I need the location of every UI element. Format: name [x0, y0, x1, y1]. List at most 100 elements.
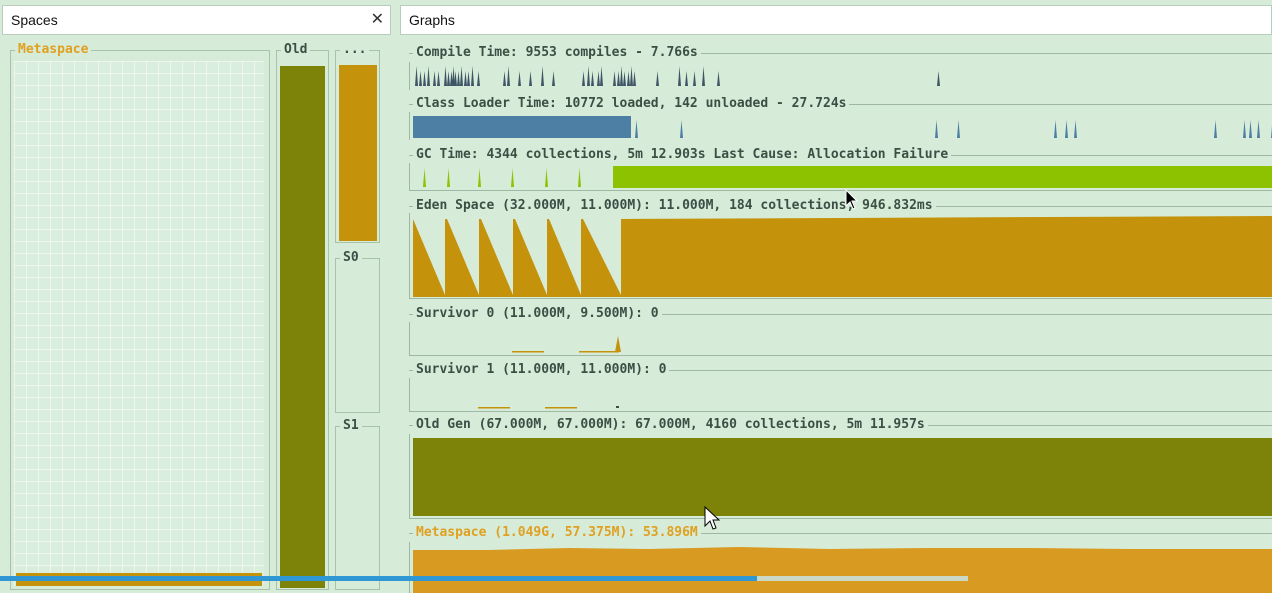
- compile-time-plot: [409, 62, 940, 90]
- s0-space-label: S0: [340, 251, 362, 265]
- compile-spikes: [415, 66, 940, 86]
- old-gen-graph-title: Old Gen (67.000M, 67.000M): 67.000M, 416…: [413, 418, 928, 432]
- trace-spike: [1054, 120, 1057, 138]
- trace-spike: [511, 168, 514, 187]
- spaces-tab[interactable]: Spaces ✕: [2, 5, 391, 35]
- s1-space-label: S1: [340, 419, 362, 433]
- eden-space-label: ...: [340, 43, 370, 57]
- trace-spike: [717, 71, 720, 86]
- class-loader-time-title: Class Loader Time: 10772 loaded, 142 unl…: [413, 97, 850, 111]
- trace-spike: [693, 71, 696, 86]
- class-loader-spikes: [635, 120, 1272, 138]
- trace-spike: [1257, 120, 1260, 138]
- s1-space-panel: S1: [335, 419, 380, 590]
- gc-time-block: [613, 166, 1272, 188]
- close-icon[interactable]: ✕: [371, 9, 384, 28]
- cursor-icon: [845, 189, 859, 210]
- trace-spike: [1249, 120, 1252, 138]
- graphs-tab[interactable]: Graphs: [400, 5, 1272, 35]
- trace-spike: [433, 71, 436, 86]
- trace-spike: [437, 71, 440, 86]
- trace-spike: [419, 71, 422, 86]
- trace-spike: [427, 66, 430, 86]
- trace-spike: [541, 66, 544, 86]
- trace-spike: [1214, 120, 1217, 138]
- class-loader-plot: [409, 112, 1272, 140]
- survivor1-trace-a: [478, 407, 510, 409]
- trace-spike: [518, 71, 521, 86]
- trace-spike: [507, 66, 510, 86]
- trace-spike: [464, 71, 467, 86]
- gc-time-plot: [409, 163, 1272, 191]
- survivor1-graph-title: Survivor 1 (11.000M, 11.000M): 0: [413, 363, 670, 377]
- survivor0-plot: [409, 322, 1272, 356]
- trace-spike: [447, 71, 450, 86]
- trace-spike: [591, 71, 594, 86]
- metaspace-grid: [14, 61, 264, 586]
- trace-spike: [1074, 120, 1077, 138]
- trace-spike: [454, 71, 457, 86]
- old-space-panel: Old: [276, 43, 329, 590]
- video-progress-played[interactable]: [0, 576, 757, 581]
- old-gen-plot: [409, 434, 1272, 519]
- trace-spike: [935, 120, 938, 138]
- old-gen-fill: [413, 438, 1272, 516]
- survivor0-graph-title: Survivor 0 (11.000M, 9.500M): 0: [413, 307, 662, 321]
- trace-spike: [467, 71, 470, 86]
- trace-spike: [545, 168, 548, 187]
- metaspace-plot: [409, 542, 1272, 593]
- survivor1-trace-c: [616, 406, 619, 408]
- trace-spike: [1243, 120, 1246, 138]
- trace-spike: [587, 66, 590, 86]
- trace-spike: [552, 71, 555, 86]
- survivor1-plot: [409, 378, 1272, 412]
- trace-spike: [680, 120, 683, 138]
- metaspace-space-label: Metaspace: [15, 43, 92, 57]
- metaspace-graph-title: Metaspace (1.049G, 57.375M): 53.896M: [413, 526, 701, 540]
- old-space-label: Old: [281, 43, 311, 57]
- compile-time-title: Compile Time: 9553 compiles - 7.766s: [413, 46, 701, 60]
- trace-spike: [471, 66, 474, 86]
- eden-sawtooth: [413, 216, 1272, 297]
- metaspace-fill: [413, 547, 1272, 593]
- trace-spike: [617, 71, 620, 86]
- trace-spike: [702, 66, 705, 86]
- trace-spike: [623, 71, 626, 86]
- trace-spike: [685, 71, 688, 86]
- trace-spike: [415, 66, 418, 86]
- trace-spike: [613, 71, 616, 86]
- gc-spikes: [423, 168, 581, 187]
- eden-space-panel: ...: [335, 43, 380, 243]
- s0-space-panel: S0: [335, 251, 380, 413]
- trace-spike: [582, 71, 585, 86]
- trace-spike: [600, 66, 603, 86]
- trace-spike: [630, 66, 633, 86]
- trace-spike: [678, 66, 681, 86]
- spaces-tab-title: Spaces: [11, 12, 58, 28]
- metaspace-space-panel: Metaspace: [10, 43, 270, 590]
- trace-spike: [633, 71, 636, 86]
- trace-spike: [635, 120, 638, 138]
- eden-space-plot: [409, 213, 1272, 299]
- trace-spike: [457, 71, 460, 86]
- trace-spike: [503, 71, 506, 86]
- trace-spike: [478, 168, 481, 187]
- trace-spike: [423, 168, 426, 187]
- trace-spike: [597, 71, 600, 86]
- trace-spike: [957, 120, 960, 138]
- trace-spike: [423, 71, 426, 86]
- graphs-tab-title: Graphs: [409, 12, 455, 28]
- trace-spike: [447, 168, 450, 187]
- old-space-fill: [280, 66, 325, 588]
- eden-space-fill: [339, 65, 377, 241]
- trace-spike: [656, 71, 659, 86]
- survivor1-trace-b: [545, 407, 577, 409]
- class-loader-block: [413, 116, 631, 138]
- gc-time-title: GC Time: 4344 collections, 5m 12.903s La…: [413, 148, 952, 162]
- trace-spike: [444, 66, 447, 86]
- survivor0-spike: [615, 336, 621, 352]
- trace-spike: [620, 66, 623, 86]
- trace-spike: [578, 168, 581, 187]
- survivor0-trace-b: [579, 351, 619, 353]
- trace-spike: [529, 71, 532, 86]
